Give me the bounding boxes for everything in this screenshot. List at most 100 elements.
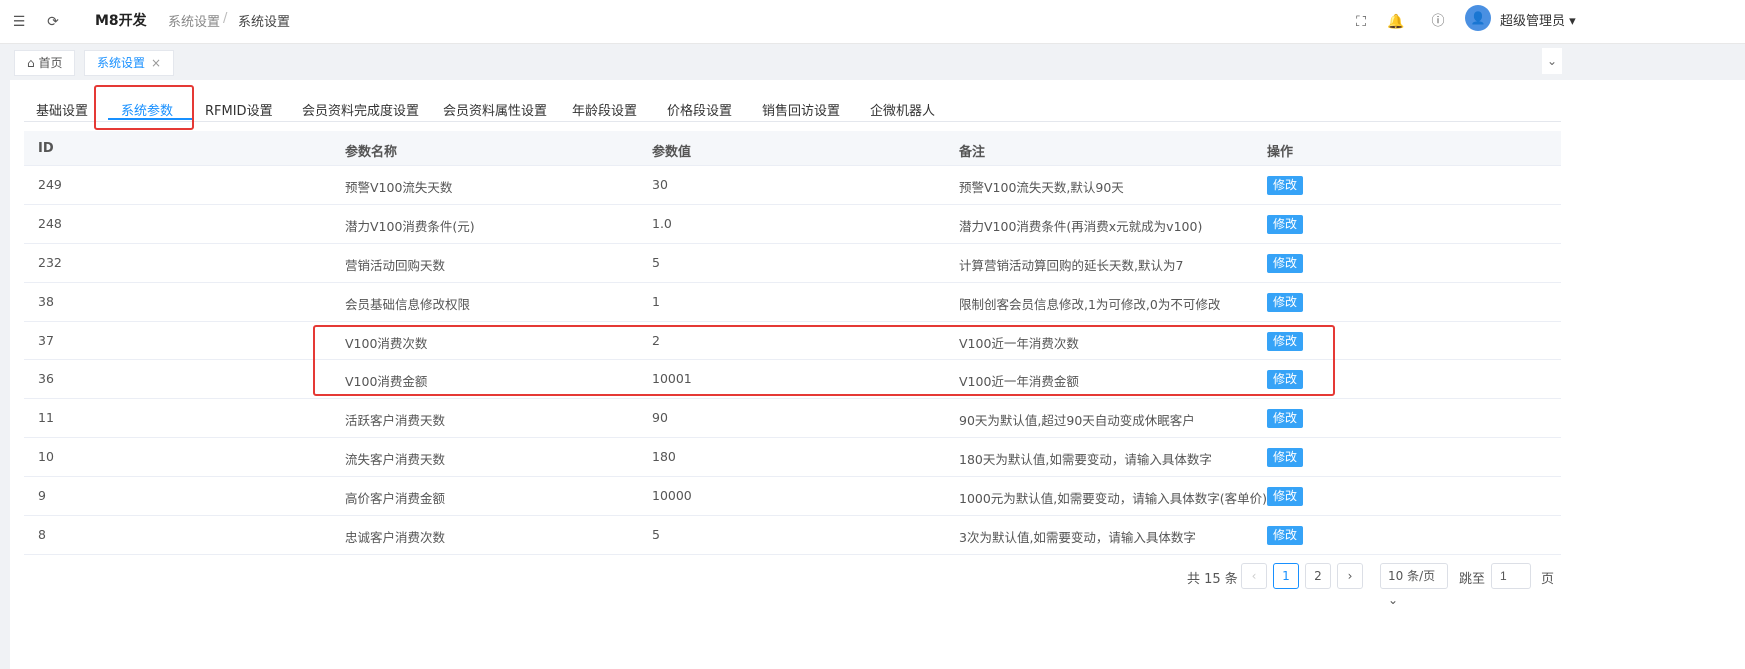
subtab-wecom-bot[interactable]: 企微机器人	[870, 100, 935, 119]
edit-button[interactable]: 修改	[1267, 292, 1304, 312]
cell-note: 1000元为默认值,如需要变动，请输入具体数字(客单价)	[959, 491, 1268, 507]
cell-id: 10	[38, 449, 54, 465]
subtab-member-completion[interactable]: 会员资料完成度设置	[302, 100, 419, 119]
cell-value: 1	[652, 293, 660, 309]
col-action: 操作	[1267, 145, 1294, 160]
cell-note: 潜力V100消费条件(再消费x元就成为v100)	[959, 218, 1203, 234]
cell-name: 潜力V100消费条件(元)	[345, 218, 475, 234]
cell-note: V100近一年消费金额	[959, 374, 1079, 390]
cell-value: 180	[652, 449, 676, 465]
next-page-button[interactable]: ›	[1337, 563, 1363, 589]
cell-value: 2	[652, 332, 660, 348]
breadcrumb-item[interactable]: 系统设置	[168, 11, 220, 30]
table-row: 249 预警V100流失天数 30 预警V100流失天数,默认90天 修改	[24, 166, 1561, 205]
edit-button[interactable]: 修改	[1267, 331, 1304, 351]
cell-value: 5	[652, 254, 660, 270]
edit-button[interactable]: 修改	[1267, 214, 1304, 234]
edit-button[interactable]: 修改	[1267, 448, 1304, 468]
chevron-down-icon[interactable]: ⌄	[1542, 48, 1562, 74]
chevron-down-icon: ⌄	[1388, 593, 1399, 607]
breadcrumb-separator: /	[223, 11, 228, 26]
tab-home[interactable]: ⌂ 首页	[14, 50, 76, 76]
table-row: 36 V100消费金额 10001 V100近一年消费金额 修改	[24, 360, 1561, 400]
active-tab-indicator	[108, 118, 193, 120]
cell-value: 1.0	[652, 215, 672, 231]
refresh-icon[interactable]: ⟳	[43, 12, 63, 32]
cell-id: 38	[38, 293, 54, 309]
edit-button[interactable]: 修改	[1267, 253, 1304, 273]
table-row: 8 忠诚客户消费次数 5 3次为默认值,如需要变动，请输入具体数字 修改	[24, 516, 1561, 555]
cell-name: V100消费金额	[345, 374, 428, 390]
tab-system-settings[interactable]: 系统设置 ×	[84, 50, 175, 76]
cell-id: 248	[38, 215, 62, 231]
cell-name: V100消费次数	[345, 335, 428, 351]
col-note: 备注	[959, 145, 986, 160]
subtab-basic[interactable]: 基础设置	[36, 100, 88, 119]
cell-name: 预警V100流失天数	[345, 180, 453, 195]
close-icon[interactable]: ×	[151, 56, 161, 70]
cell-note: 180天为默认值,如需要变动，请输入具体数字	[959, 452, 1212, 468]
pagination-total: 共 15 条	[1187, 572, 1238, 587]
cell-value: 30	[652, 177, 668, 192]
cell-note: 预警V100流失天数,默认90天	[959, 180, 1124, 195]
subtab-sales-followup[interactable]: 销售回访设置	[762, 100, 840, 119]
cell-name: 流失客户消费天数	[345, 452, 446, 468]
subtab-price-range[interactable]: 价格段设置	[667, 100, 732, 119]
table-header: ID 参数名称 参数值 备注 操作	[24, 131, 1561, 166]
edit-button[interactable]: 修改	[1267, 409, 1304, 429]
table-row: 11 活跃客户消费天数 90 90天为默认值,超过90天自动变成休眠客户 修改	[24, 399, 1561, 439]
subtab-member-attributes[interactable]: 会员资料属性设置	[443, 100, 547, 119]
breadcrumb-current: 系统设置	[238, 15, 291, 30]
col-id: ID	[38, 141, 54, 156]
cell-id: 232	[38, 254, 62, 270]
cell-id: 8	[38, 527, 46, 543]
table-row: 37 V100消费次数 2 V100近一年消费次数 修改	[24, 322, 1561, 361]
avatar[interactable]: 👤	[1465, 5, 1491, 31]
cell-value: 90	[652, 410, 668, 426]
cell-note: 3次为默认值,如需要变动，请输入具体数字	[959, 530, 1196, 546]
edit-button[interactable]: 修改	[1267, 370, 1304, 390]
help-icon[interactable]: ⓘ	[1428, 12, 1448, 32]
menu-fold-icon[interactable]: ☰	[9, 12, 29, 32]
subtab-system-params[interactable]: 系统参数	[121, 100, 173, 119]
cell-value: 5	[652, 527, 660, 543]
cell-note: V100近一年消费次数	[959, 335, 1079, 351]
page-size-select[interactable]: 10 条/页 ⌄	[1380, 563, 1448, 607]
cell-id: 11	[38, 410, 54, 426]
subtab-rfmid[interactable]: RFMID设置	[205, 100, 273, 119]
cell-name: 高价客户消费金额	[345, 491, 446, 507]
edit-button[interactable]: 修改	[1267, 487, 1304, 507]
cell-note: 限制创客会员信息修改,1为可修改,0为不可修改	[959, 296, 1221, 312]
edit-button[interactable]: 修改	[1267, 526, 1304, 546]
table-row: 10 流失客户消费天数 180 180天为默认值,如需要变动，请输入具体数字 修改	[24, 438, 1561, 478]
page-button-2[interactable]: 2	[1305, 563, 1331, 589]
cell-id: 9	[38, 488, 46, 504]
params-table: ID 参数名称 参数值 备注 操作 249 预警V100流失天数 30 预警V100流…	[24, 131, 1561, 555]
table-row: 248 潜力V100消费条件(元) 1.0 潜力V100消费条件(再消费x元就成为v1…	[24, 205, 1561, 244]
app-title: M8开发	[95, 13, 147, 29]
page-button-1[interactable]: 1	[1273, 563, 1299, 589]
cell-value: 10000	[652, 488, 692, 504]
cell-id: 249	[38, 177, 62, 192]
subtab-age-range[interactable]: 年龄段设置	[572, 100, 637, 119]
cell-note: 计算营销活动算回购的延长天数,默认为7	[959, 257, 1184, 273]
top-header: ☰ ⟳ M8开发 系统设置 / 系统设置 ⛶ 🔔 ⓘ 👤 超级管理员 ▾	[0, 0, 1745, 44]
jump-page-input[interactable]	[1491, 563, 1531, 589]
tabs-bar: ⌂ 首页 系统设置 ×	[4, 45, 1745, 79]
prev-page-button[interactable]: ‹	[1241, 563, 1267, 589]
cell-value: 10001	[652, 371, 692, 387]
cell-note: 90天为默认值,超过90天自动变成休眠客户	[959, 413, 1195, 429]
page-suffix: 页	[1541, 572, 1555, 587]
fullscreen-icon[interactable]: ⛶	[1351, 12, 1371, 32]
cell-name: 营销活动回购天数	[345, 257, 446, 273]
cell-id: 37	[38, 332, 54, 348]
table-row: 9 高价客户消费金额 10000 1000元为默认值,如需要变动，请输入具体数字(客单…	[24, 477, 1561, 517]
table-row: 232 营销活动回购天数 5 计算营销活动算回购的延长天数,默认为7 修改	[24, 244, 1561, 283]
table-row: 38 会员基础信息修改权限 1 限制创客会员信息修改,1为可修改,0为不可修改 修改	[24, 283, 1561, 322]
edit-button[interactable]: 修改	[1267, 176, 1304, 195]
bell-icon[interactable]: 🔔	[1386, 12, 1406, 32]
cell-id: 36	[38, 371, 54, 387]
col-name: 参数名称	[345, 145, 398, 160]
user-menu[interactable]: 超级管理员 ▾	[1500, 10, 1576, 29]
cell-name: 会员基础信息修改权限	[345, 296, 471, 312]
